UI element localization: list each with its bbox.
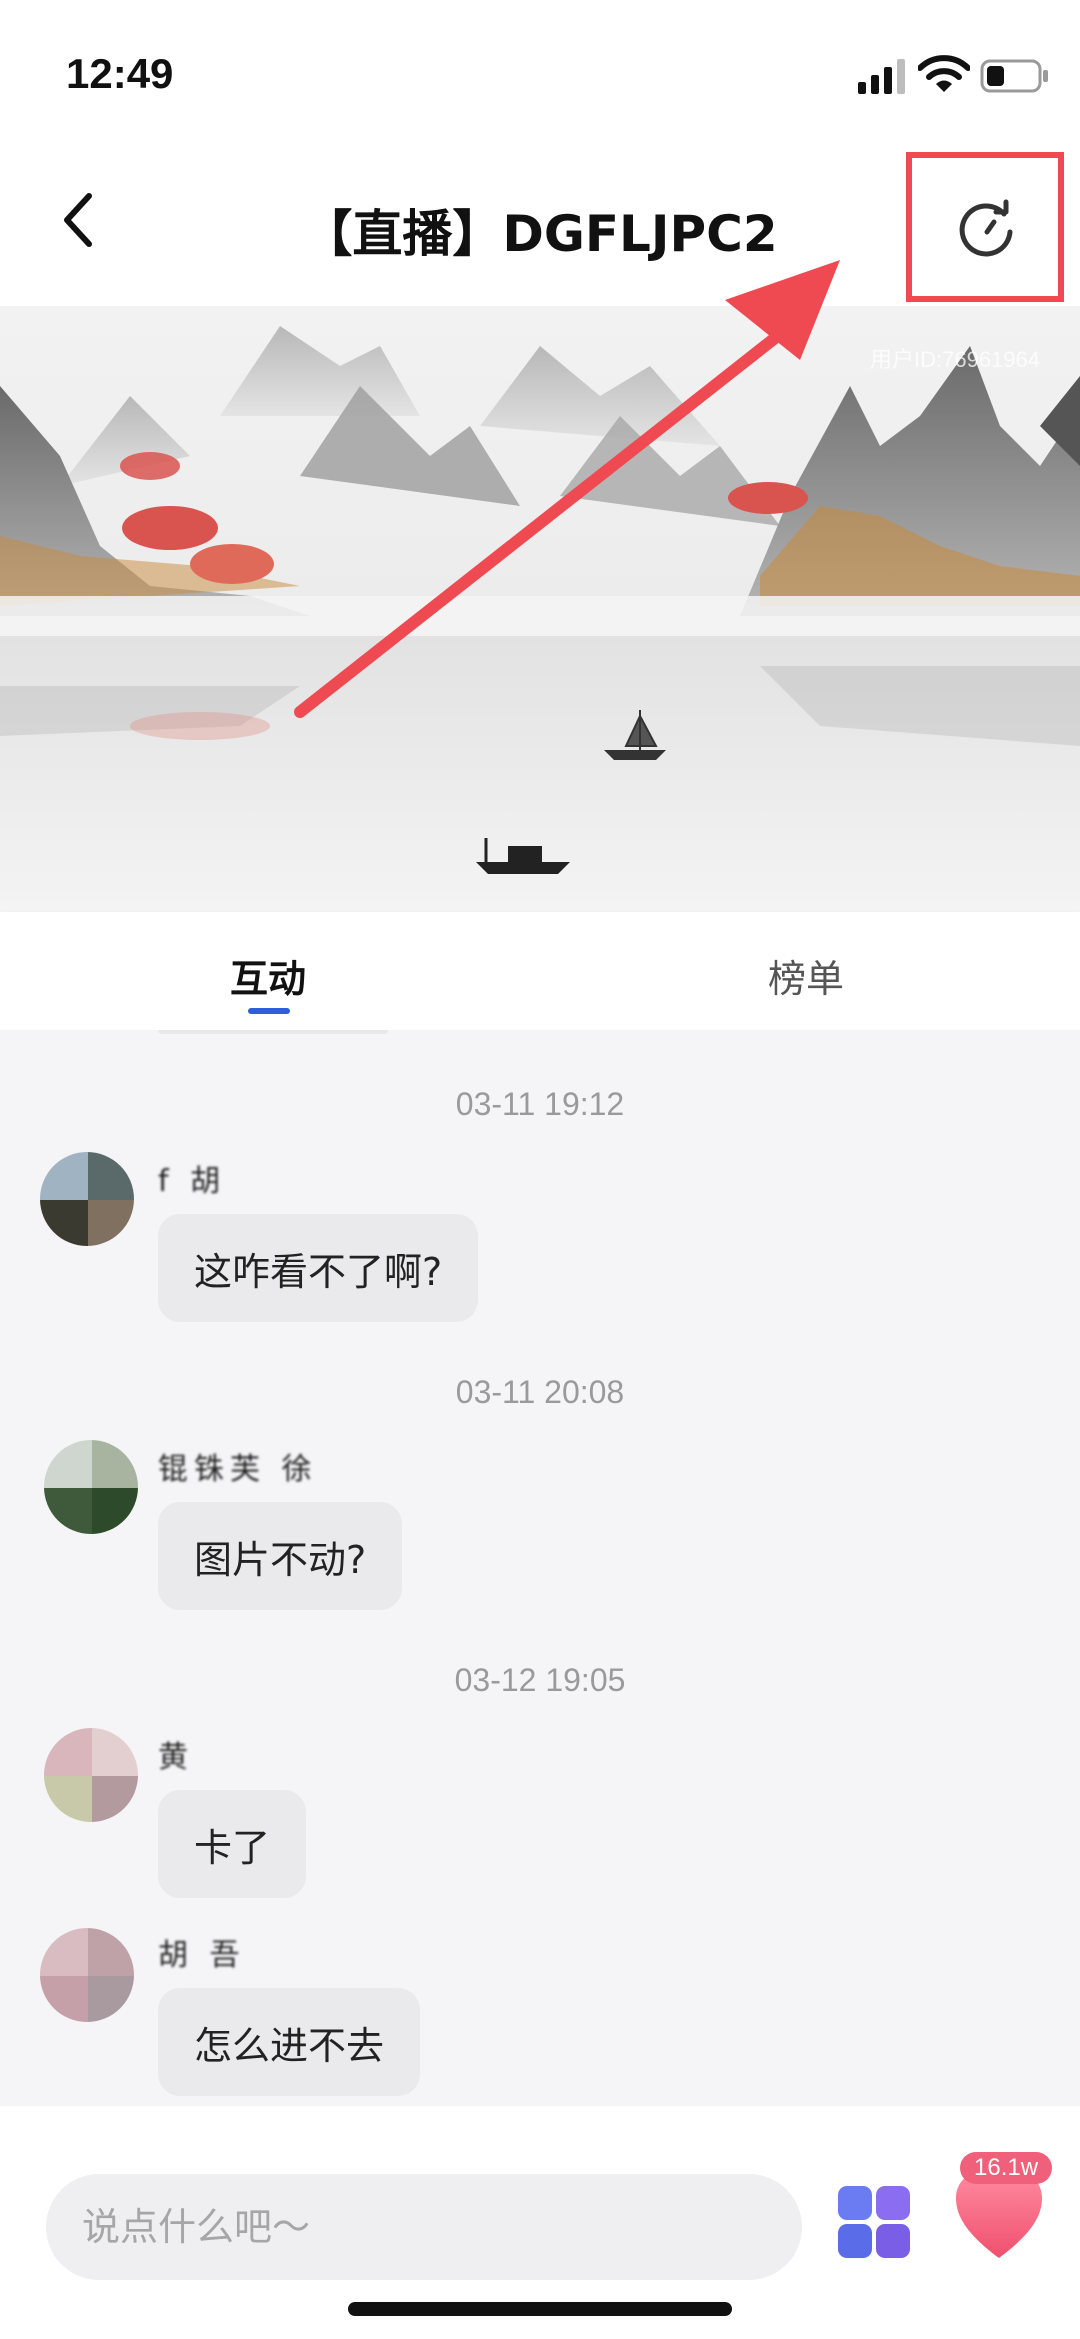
tab-interact[interactable]: 互动	[230, 948, 306, 1003]
chat-bubble: 怎么进不去	[158, 1988, 421, 2096]
username: 胡 吾	[158, 1938, 246, 1973]
home-indicator	[348, 2302, 732, 2316]
like-count-badge: 16.1w	[960, 2152, 1053, 2184]
refresh-button[interactable]	[952, 194, 1022, 264]
wifi-icon	[918, 55, 970, 92]
battery-icon	[980, 59, 1048, 93]
comment-input[interactable]	[46, 2174, 802, 2280]
message-timestamp: 03-11 19:12	[455, 1086, 625, 1122]
username: 黄	[158, 1740, 194, 1775]
user-id-watermark: 用户ID:76961964	[870, 347, 1040, 372]
username: 锟铢芙 徐	[158, 1452, 318, 1487]
status-time: 12:49	[66, 50, 174, 97]
status-bar: 12:49	[0, 0, 1080, 140]
avatar[interactable]	[40, 1928, 134, 2022]
chat-list[interactable]: 03-11 19:12 f 胡 这咋看不了啊? 03-11 20:08 锟铢芙 …	[0, 1030, 1080, 2106]
comment-bar: 16.1w	[0, 2106, 1080, 2339]
tab-ranking[interactable]: 榜单	[768, 948, 844, 1003]
active-tab-indicator	[248, 1008, 290, 1014]
chat-bubble: 图片不动?	[158, 1502, 403, 1610]
avatar[interactable]	[44, 1728, 138, 1822]
chat-bubble-partial	[158, 1030, 388, 1034]
chat-bubble: 这咋看不了啊?	[158, 1214, 479, 1322]
avatar[interactable]	[44, 1440, 138, 1534]
cellular-signal-icon	[858, 59, 905, 94]
live-video-player[interactable]: 用户ID:76961964	[0, 306, 1080, 912]
nav-bar: 【直播】DGFLJPC2	[0, 140, 1080, 306]
username: f 胡	[158, 1164, 227, 1199]
chat-bubble: 卡了	[158, 1790, 307, 1898]
refresh-icon	[959, 199, 1013, 257]
message-timestamp: 03-12 19:05	[454, 1662, 626, 1698]
tab-bar: 互动 榜单	[0, 912, 1080, 1030]
message-timestamp: 03-11 20:08	[455, 1374, 625, 1410]
ink-landscape-image	[0, 306, 1080, 912]
grid-apps-icon[interactable]	[838, 2186, 910, 2258]
avatar[interactable]	[40, 1152, 134, 1246]
